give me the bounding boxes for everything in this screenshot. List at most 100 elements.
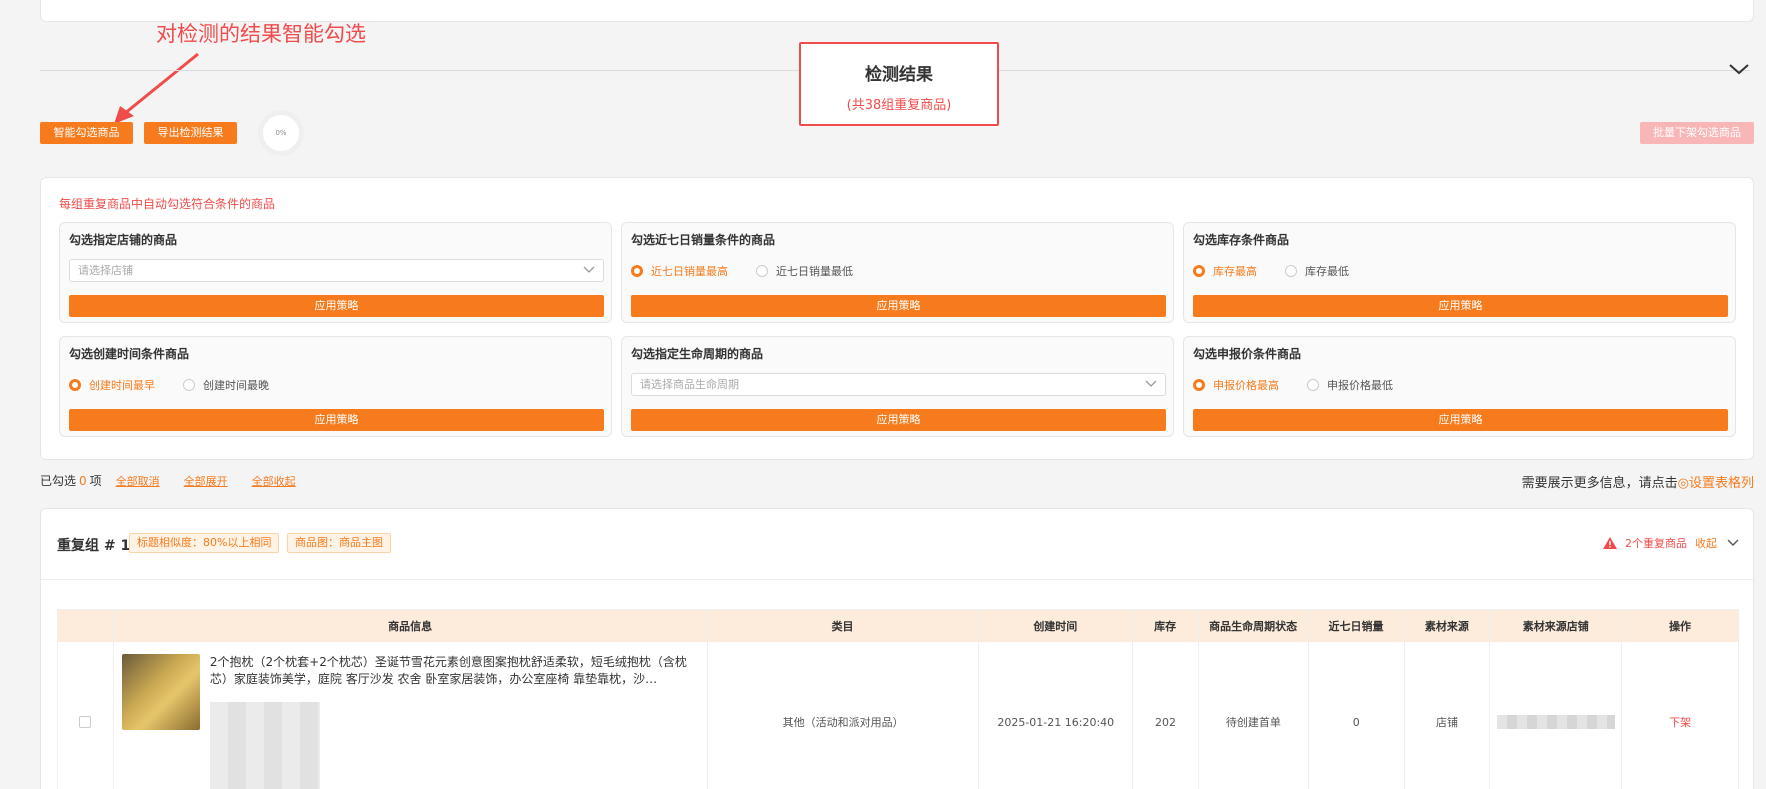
masked-shop-name <box>1496 715 1615 729</box>
radio-label: 近七日销量最高 <box>651 265 728 278</box>
header-source-shop: 素材来源店铺 <box>1490 610 1623 642</box>
rule-card-sales: 勾选近七日销量条件的商品 近七日销量最高 近七日销量最低 应用策略 <box>621 222 1174 323</box>
settings-columns-link[interactable]: ◎设置表格列 <box>1678 476 1754 491</box>
sales7-cell: 0 <box>1309 642 1405 789</box>
image-tag: 商品图：商品主图 <box>287 533 391 553</box>
radio-stock-lowest[interactable]: 库存最低 <box>1285 263 1349 279</box>
collapse-group-link[interactable]: 收起 <box>1695 535 1717 551</box>
duplicate-count: 2个重复商品 <box>1625 537 1687 550</box>
radio-label: 近七日销量最低 <box>776 265 853 278</box>
category-cell: 其他（活动和派对用品） <box>708 642 980 789</box>
header-stock: 库存 <box>1133 610 1199 642</box>
header-lifecycle: 商品生命周期状态 <box>1199 610 1309 642</box>
rule-title: 勾选指定生命周期的商品 <box>631 347 764 361</box>
export-results-button[interactable]: 导出检测结果 <box>144 122 237 144</box>
header-checkbox-col <box>58 610 114 642</box>
progress-value: 0% <box>275 129 287 137</box>
apply-strategy-button[interactable]: 应用策略 <box>631 409 1166 431</box>
chevron-down-icon[interactable] <box>1727 60 1751 78</box>
smart-select-button[interactable]: 智能勾选商品 <box>40 122 133 144</box>
product-table: 商品信息 类目 创建时间 库存 商品生命周期状态 近七日销量 素材来源 素材来源… <box>57 609 1739 789</box>
lifecycle-select[interactable]: 请选择商品生命周期 <box>631 373 1166 396</box>
radio-stock-highest[interactable]: 库存最高 <box>1193 263 1257 279</box>
more-info: 需要展示更多信息，请点击◎设置表格列 <box>1522 472 1754 491</box>
chevron-down-icon[interactable] <box>1727 539 1739 547</box>
radio-label: 申报价格最高 <box>1213 379 1279 392</box>
radio-price-lowest[interactable]: 申报价格最低 <box>1307 377 1393 393</box>
annotation-text: 对检测的结果智能勾选 <box>156 22 366 46</box>
selection-bar: 已勾选 0 项 全部取消 全部展开 全部收起 <box>40 472 296 489</box>
result-header: 检测结果 (共38组重复商品) <box>799 42 999 126</box>
rule-title: 勾选指定店铺的商品 <box>69 233 178 247</box>
stock-cell: 202 <box>1133 642 1199 789</box>
expand-all-link[interactable]: 全部展开 <box>184 473 228 489</box>
created-cell: 2025-01-21 16:20:40 <box>979 642 1134 789</box>
rule-panel: 每组重复商品中自动勾选符合条件的商品 勾选指定店铺的商品 请选择店铺 应用策略 … <box>40 177 1754 460</box>
radio-label: 库存最高 <box>1213 265 1257 278</box>
blurred-image <box>209 702 320 789</box>
radio-sales-lowest[interactable]: 近七日销量最低 <box>756 263 853 279</box>
product-title[interactable]: 2个抱枕（2个枕套+2个枕芯）圣诞节雪花元素创意图案抱枕舒适柔软，短毛绒抱枕（含… <box>210 654 699 688</box>
radio-label: 申报价格最低 <box>1327 379 1393 392</box>
product-info-cell: 2个抱枕（2个枕套+2个枕芯）圣诞节雪花元素创意图案抱枕舒适柔软，短毛绒抱枕（含… <box>114 642 708 789</box>
rule-hint: 每组重复商品中自动勾选符合条件的商品 <box>59 197 276 211</box>
radio-dot-icon <box>1193 379 1205 391</box>
chevron-down-icon <box>583 266 595 273</box>
product-thumbnail[interactable] <box>121 654 200 730</box>
chevron-down-icon <box>1145 380 1157 387</box>
rule-card-price: 勾选申报价条件商品 申报价格最高 申报价格最低 应用策略 <box>1183 336 1736 437</box>
collapse-all-link[interactable]: 全部收起 <box>252 473 296 489</box>
similarity-tag: 标题相似度：80%以上相同 <box>129 533 280 553</box>
duplicate-group-card: 重复组 # 1 标题相似度：80%以上相同 商品图：商品主图 2个重复商品 收起… <box>40 508 1754 789</box>
row-checkbox-cell <box>58 642 114 789</box>
header-product-info: 商品信息 <box>114 610 708 642</box>
delist-action[interactable]: 下架 <box>1622 642 1738 789</box>
header-action: 操作 <box>1669 620 1692 633</box>
batch-delist-button[interactable]: 批量下架勾选商品 <box>1640 122 1754 144</box>
apply-strategy-button[interactable]: 应用策略 <box>1193 409 1728 431</box>
page: 对检测的结果智能勾选 检测结果 (共38组重复商品) 智能勾选商品 导出检测结果… <box>0 0 1766 789</box>
source-shop-cell <box>1490 642 1623 789</box>
rule-title: 勾选库存条件商品 <box>1193 233 1290 247</box>
apply-strategy-button[interactable]: 应用策略 <box>631 295 1166 317</box>
header-source: 素材来源 <box>1404 610 1491 642</box>
header-sales7: 近七日销量 <box>1309 610 1405 642</box>
radio-created-earliest[interactable]: 创建时间最早 <box>69 377 155 393</box>
radio-label: 创建时间最早 <box>89 379 155 392</box>
shop-select[interactable]: 请选择店铺 <box>69 259 604 282</box>
selection-count: 0 <box>79 473 87 488</box>
radio-label: 创建时间最晚 <box>203 379 269 392</box>
radio-dot-icon <box>1307 379 1319 391</box>
radio-price-highest[interactable]: 申报价格最高 <box>1193 377 1279 393</box>
apply-strategy-button[interactable]: 应用策略 <box>1193 295 1728 317</box>
cancel-all-link[interactable]: 全部取消 <box>116 473 160 489</box>
radio-dot-icon <box>631 265 643 277</box>
rule-card-shop: 勾选指定店铺的商品 请选择店铺 应用策略 <box>59 222 612 323</box>
rule-title: 勾选近七日销量条件的商品 <box>631 233 776 247</box>
rule-card-created: 勾选创建时间条件商品 创建时间最早 创建时间最晚 应用策略 <box>59 336 612 437</box>
group-title: 重复组 # 1 <box>57 538 131 554</box>
row-checkbox[interactable] <box>79 716 92 728</box>
annotation-arrow-icon <box>114 52 199 124</box>
radio-sales-highest[interactable]: 近七日销量最高 <box>631 263 728 279</box>
warning-icon <box>1603 537 1617 549</box>
result-subtitle: (共38组重复商品) <box>846 98 952 113</box>
lifecycle-select-placeholder: 请选择商品生命周期 <box>640 378 739 391</box>
radio-created-latest[interactable]: 创建时间最晚 <box>183 377 269 393</box>
rule-title: 勾选创建时间条件商品 <box>69 347 190 361</box>
radio-dot-icon <box>756 265 768 277</box>
header-created: 创建时间 <box>979 610 1133 642</box>
lifecycle-cell: 待创建首单 <box>1199 642 1309 789</box>
group-divider <box>41 579 1753 580</box>
apply-strategy-button[interactable]: 应用策略 <box>69 295 604 317</box>
header-category: 类目 <box>707 610 979 642</box>
radio-dot-icon <box>69 379 81 391</box>
radio-dot-icon <box>1193 265 1205 277</box>
radio-dot-icon <box>183 379 195 391</box>
duplicate-info: 2个重复商品 收起 <box>1603 535 1739 551</box>
progress-ring: 0% <box>258 110 304 156</box>
more-info-text: 需要展示更多信息，请点击 <box>1521 476 1678 491</box>
shop-select-placeholder: 请选择店铺 <box>78 264 133 277</box>
radio-label: 库存最低 <box>1305 265 1349 278</box>
apply-strategy-button[interactable]: 应用策略 <box>69 409 604 431</box>
